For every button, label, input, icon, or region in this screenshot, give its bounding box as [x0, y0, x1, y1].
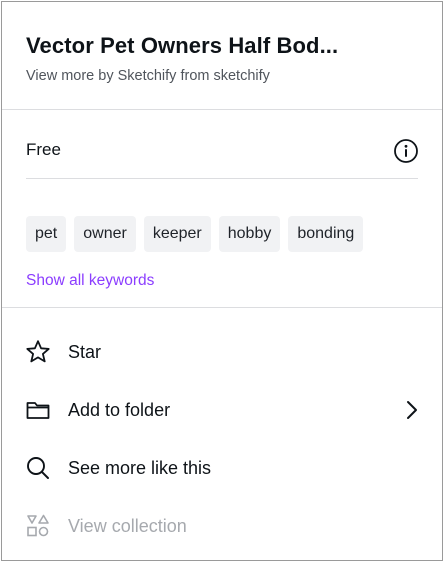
chevron-right-icon	[404, 399, 420, 421]
search-icon	[24, 454, 52, 482]
info-icon	[394, 139, 418, 163]
keyword-chip[interactable]: bonding	[288, 216, 364, 252]
add-to-folder-label: Add to folder	[68, 399, 171, 420]
see-more-like-this-menu-item[interactable]: See more like this	[2, 439, 442, 497]
license-row: Free	[26, 122, 418, 179]
shapes-icon	[24, 512, 52, 540]
star-menu-item[interactable]: Star	[2, 323, 442, 381]
add-to-folder-menu-item[interactable]: Add to folder	[2, 381, 442, 439]
keyword-chip[interactable]: hobby	[218, 216, 281, 252]
asset-info-panel: Vector Pet Owners Half Bod... View more …	[1, 1, 443, 561]
folder-icon	[24, 396, 52, 424]
star-label: Star	[68, 341, 102, 362]
view-collection-menu-item[interactable]: View collection	[2, 497, 442, 555]
keyword-list: pet owner keeper hobby bonding	[26, 216, 364, 252]
asset-title: Vector Pet Owners Half Bod...	[26, 33, 339, 58]
view-collection-label: View collection	[68, 515, 187, 536]
keyword-chip[interactable]: owner	[74, 216, 136, 252]
action-menu: Star Add to folder See more like this Vi…	[2, 323, 442, 555]
section-divider	[2, 307, 442, 308]
keyword-chip[interactable]: keeper	[143, 216, 211, 252]
see-more-like-this-label: See more like this	[68, 457, 212, 478]
star-icon	[24, 338, 52, 366]
license-label: Free	[26, 140, 61, 159]
keyword-chip[interactable]: pet	[26, 216, 67, 252]
info-button[interactable]	[391, 136, 421, 166]
show-all-keywords-link[interactable]: Show all keywords	[26, 272, 154, 290]
asset-author-link[interactable]: View more by Sketchify from sketchify	[26, 68, 270, 84]
panel-header: Vector Pet Owners Half Bod... View more …	[2, 2, 442, 110]
